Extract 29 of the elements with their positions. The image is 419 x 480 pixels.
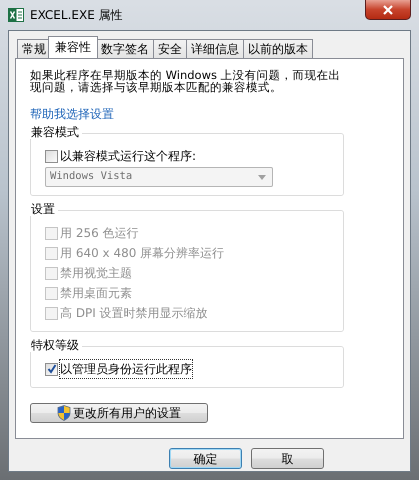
change-settings-button[interactable]: 更改所有用户的设置 <box>30 403 208 423</box>
help-link[interactable]: 帮助我选择设置 <box>30 105 114 123</box>
checkbox-label: 用 640 x 480 屏幕分辨率运行 <box>60 245 224 262</box>
shield-icon <box>57 405 71 421</box>
checkbox-label: 以管理员身份运行此程序 <box>60 360 192 378</box>
intro-text: 如果此程序在早期版本的 Windows 上没有问题，而现在出现问题，请选择与该早期版本匹配的兼容模式。 <box>30 69 342 93</box>
dialog-button[interactable]: 确定 <box>169 448 242 469</box>
tab[interactable]: 常规 <box>17 39 51 58</box>
group-title: 特权等级 <box>29 338 82 352</box>
tab[interactable]: 以前的版本 <box>243 39 313 58</box>
tab[interactable]: 数字签名 <box>96 39 154 58</box>
close-button[interactable] <box>365 0 411 20</box>
checkbox-label: 以兼容模式运行这个程序: <box>60 148 196 165</box>
checkbox-label: 禁用视觉主题 <box>60 265 132 282</box>
caret-icon <box>258 174 266 180</box>
tab[interactable]: 安全 <box>153 39 187 58</box>
dialog-button[interactable]: 取 <box>251 448 324 469</box>
checkbox-label: 禁用桌面元素 <box>60 285 132 302</box>
checkbox-label: 高 DPI 设置时禁用显示缩放 <box>60 305 208 322</box>
close-icon <box>382 4 394 14</box>
spreadsheet-icon <box>8 7 24 23</box>
group-title: 设置 <box>29 202 58 216</box>
group-title: 兼容模式 <box>29 125 82 139</box>
checkbox[interactable] <box>45 150 58 162</box>
tab[interactable]: 兼容性 <box>48 36 98 58</box>
checkbox-label: 用 256 色运行 <box>60 225 139 242</box>
window-title: EXCEL.EXE 属性 <box>30 7 123 24</box>
checkbox[interactable] <box>45 362 58 376</box>
tab[interactable]: 详细信息 <box>186 39 244 58</box>
